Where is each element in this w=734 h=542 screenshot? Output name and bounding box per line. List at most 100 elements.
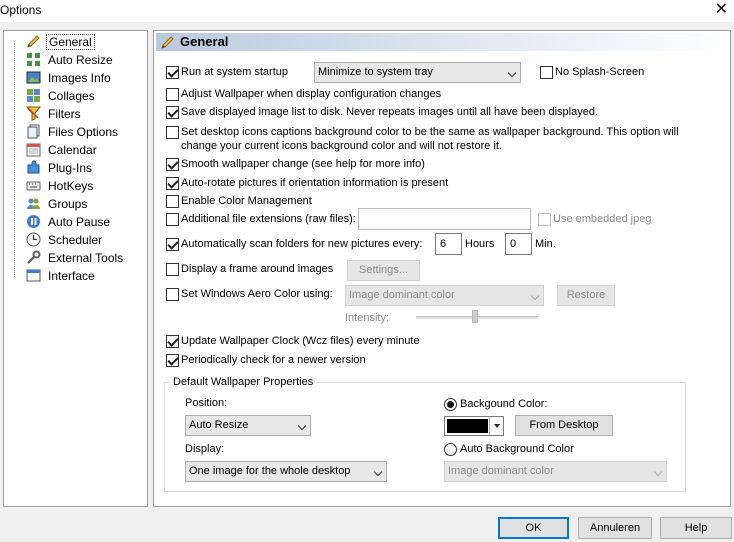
scan-minutes-input[interactable]: 0: [505, 233, 532, 255]
help-button[interactable]: Help: [660, 517, 732, 539]
auto-rotate-checkbox[interactable]: [166, 177, 179, 190]
display-frame-label: Display a frame around images: [181, 263, 334, 275]
collage-icon: [27, 89, 40, 102]
scan-hours-label: Hours: [465, 238, 495, 250]
auto-background-radio[interactable]: [444, 443, 457, 456]
sidebar-item-calendar[interactable]: Calendar: [24, 141, 146, 158]
frame-settings-button[interactable]: Settings...: [347, 260, 420, 281]
sidebar-item-label: Filters: [48, 107, 81, 121]
sidebar-item-hotkeys[interactable]: HotKeys: [24, 177, 146, 194]
keyboard-icon: [26, 181, 41, 191]
chevron-down-icon[interactable]: [489, 417, 503, 435]
smooth-change-checkbox[interactable]: [166, 158, 179, 171]
pencil-icon: [27, 35, 40, 48]
adjust-wallpaper-checkbox[interactable]: [166, 88, 179, 101]
update-clock-label: Update Wallpaper Clock (Wcz files) every…: [181, 335, 420, 347]
position-label: Position:: [185, 397, 228, 409]
sidebar-item-groups[interactable]: Groups: [24, 195, 146, 212]
desktop-icons-label-line2: change your current icons background col…: [181, 140, 503, 152]
run-startup-checkbox[interactable]: [166, 66, 179, 79]
general-panel: General Run at system startup Minimize t…: [153, 30, 731, 507]
title-bar: Options ✕: [0, 0, 734, 22]
display-frame-checkbox[interactable]: [166, 263, 179, 276]
embedded-jpeg-checkbox[interactable]: [538, 213, 551, 226]
save-list-checkbox[interactable]: [166, 106, 179, 119]
groups-icon: [27, 198, 40, 209]
sidebar-item-label: Scheduler: [48, 233, 103, 247]
desktop-icons-label-line1: Set desktop icons captions background co…: [181, 126, 679, 138]
sidebar-item-scheduler[interactable]: Scheduler: [24, 231, 146, 248]
sidebar-item-plug-ins[interactable]: Plug-Ins: [24, 159, 146, 176]
startup-mode-select[interactable]: Minimize to system tray: [314, 62, 521, 83]
sidebar-item-files-options[interactable]: Files Options: [24, 123, 146, 140]
extra-extensions-input[interactable]: [358, 208, 531, 230]
pause-icon: [27, 215, 40, 228]
calendar-icon: [26, 143, 41, 157]
tools-icon: [27, 250, 41, 264]
sidebar-item-auto-resize[interactable]: Auto Resize: [24, 51, 146, 68]
window-icon: [26, 269, 41, 282]
resize-icon: [27, 53, 40, 66]
update-clock-checkbox[interactable]: [166, 335, 179, 348]
extra-extensions-checkbox[interactable]: [166, 213, 179, 226]
files-icon: [27, 124, 40, 139]
sidebar-item-label: Calendar: [48, 143, 97, 157]
chevron-down-icon: [297, 421, 307, 431]
panel-header: General: [156, 33, 728, 51]
color-swatch: [447, 419, 488, 433]
sidebar-item-filters[interactable]: Filters: [24, 105, 146, 122]
startup-mode-value: Minimize to system tray: [318, 66, 433, 78]
scan-minutes-label: Min.: [535, 238, 556, 250]
display-label: Display:: [185, 443, 225, 455]
sidebar-item-auto-pause[interactable]: Auto Pause: [24, 213, 146, 230]
auto-background-value: Image dominant color: [448, 465, 554, 477]
background-color-label: Backgound Color:: [460, 398, 548, 410]
from-desktop-button[interactable]: From Desktop: [515, 415, 613, 436]
options-tree: General Auto Resize Images Info Collages…: [3, 30, 148, 507]
sidebar-item-label: External Tools: [48, 251, 124, 265]
chevron-down-icon: [653, 467, 663, 477]
panel-title: General: [180, 34, 229, 49]
sidebar-item-label: Interface: [48, 269, 95, 283]
window-title: Options: [0, 3, 42, 17]
auto-scan-checkbox[interactable]: [166, 238, 179, 251]
embedded-jpeg-label: Use embedded jpeg: [553, 213, 652, 225]
no-splash-checkbox[interactable]: [540, 66, 553, 79]
position-select[interactable]: Auto Resize: [185, 415, 311, 436]
group-title: Default Wallpaper Properties: [170, 376, 317, 388]
scan-hours-input[interactable]: 6: [435, 233, 462, 255]
aero-color-label: Set Windows Aero Color using:: [181, 288, 333, 300]
no-splash-label: No Splash-Screen: [555, 66, 645, 78]
check-newer-checkbox[interactable]: [166, 354, 179, 367]
background-color-picker[interactable]: [444, 416, 504, 436]
sidebar-item-label: Images Info: [48, 71, 111, 85]
desktop-icons-checkbox[interactable]: [166, 126, 179, 139]
aero-color-select[interactable]: Image dominant color: [345, 285, 544, 306]
run-startup-label: Run at system startup: [181, 66, 288, 78]
display-select[interactable]: One image for the whole desktop: [185, 461, 387, 482]
sidebar-item-label: Files Options: [48, 125, 119, 139]
auto-background-select[interactable]: Image dominant color: [444, 461, 667, 482]
sidebar-item-label: Groups: [48, 197, 88, 211]
intensity-slider-thumb[interactable]: [472, 310, 478, 323]
sidebar-item-interface[interactable]: Interface: [24, 267, 146, 284]
display-value: One image for the whole desktop: [189, 465, 351, 477]
close-icon[interactable]: ✕: [715, 1, 728, 19]
sidebar-item-images-info[interactable]: Images Info: [24, 69, 146, 86]
cancel-button[interactable]: Annuleren: [578, 517, 652, 539]
aero-color-checkbox[interactable]: [166, 288, 179, 301]
extra-extensions-label: Additional file extensions (raw files):: [181, 213, 356, 225]
sidebar-item-label: Plug-Ins: [48, 161, 93, 175]
sidebar-item-general[interactable]: General: [24, 33, 146, 50]
chevron-down-icon: [507, 68, 517, 78]
ok-button[interactable]: OK: [498, 517, 569, 539]
color-management-checkbox[interactable]: [166, 195, 179, 208]
sidebar-item-collages[interactable]: Collages: [24, 87, 146, 104]
restore-button[interactable]: Restore: [557, 285, 615, 306]
sidebar-item-external-tools[interactable]: External Tools: [24, 249, 146, 266]
sidebar-item-label: Collages: [48, 89, 95, 103]
sidebar-item-label: General: [46, 34, 95, 50]
plugin-icon: [27, 160, 40, 174]
color-management-label: Enable Color Management: [181, 195, 312, 207]
background-color-radio[interactable]: [444, 398, 457, 411]
